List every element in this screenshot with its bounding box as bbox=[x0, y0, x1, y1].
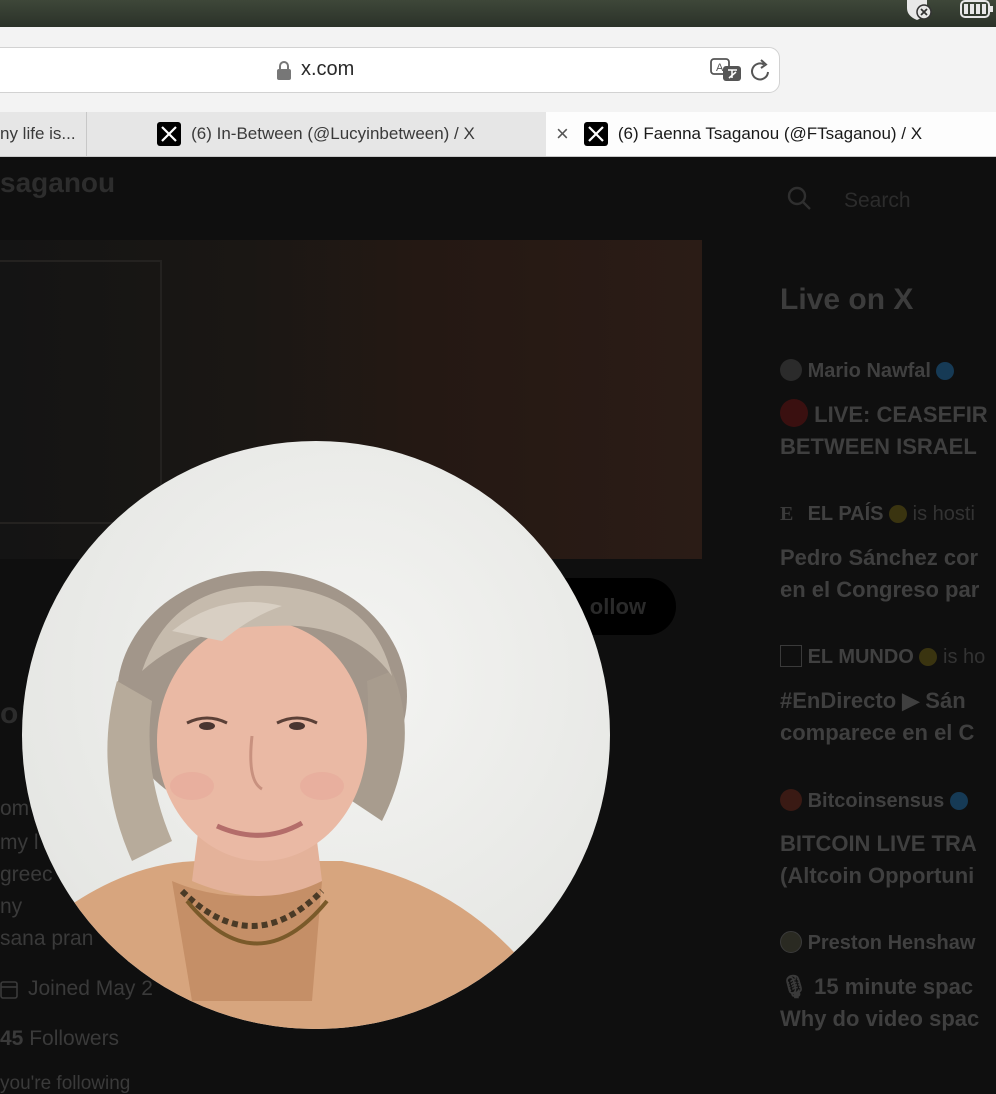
profile-name: o bbox=[0, 697, 19, 730]
bio-line: ny bbox=[0, 895, 23, 918]
followers-you-follow[interactable]: you're following bbox=[0, 1073, 130, 1094]
gold-badge-icon bbox=[889, 505, 908, 523]
bio-line: greec bbox=[0, 863, 53, 886]
tab-in-between[interactable]: (6) In-Between (@Lucyinbetween) / X bbox=[87, 112, 545, 156]
followers-count: 45 bbox=[0, 1027, 24, 1050]
verified-badge-icon bbox=[949, 792, 968, 810]
profile-header-name: saganou bbox=[0, 167, 116, 198]
tab-label: (6) Faenna Tsaganou (@FTsaganou) / X bbox=[617, 124, 923, 143]
profile-photo-enlarged[interactable] bbox=[22, 441, 610, 1029]
verified-badge-icon bbox=[936, 362, 955, 380]
headline-line: en el Congreso par bbox=[780, 577, 980, 602]
reload-icon[interactable] bbox=[750, 59, 772, 83]
portrait-illustration bbox=[62, 571, 542, 1029]
tab-label: ny life is... bbox=[0, 124, 76, 143]
search-icon bbox=[787, 186, 811, 210]
translate-icon[interactable]: A bbox=[710, 58, 742, 84]
gold-badge-icon bbox=[919, 648, 938, 666]
headline-line: BETWEEN ISRAEL bbox=[780, 434, 977, 459]
host-name: Mario Nawfal bbox=[807, 360, 931, 382]
live-on-x-heading: Live on X bbox=[780, 283, 914, 316]
host-name: EL MUNDO bbox=[807, 646, 914, 668]
headline-line: 15 minute spac bbox=[814, 974, 974, 999]
bio-line: sana pran bbox=[0, 927, 94, 950]
battery-icon[interactable] bbox=[960, 0, 994, 20]
close-tab-icon[interactable]: × bbox=[556, 121, 569, 147]
tab-label: (6) In-Between (@Lucyinbetween) / X bbox=[191, 124, 475, 143]
avatar bbox=[780, 931, 802, 953]
tab-life[interactable]: ny life is... bbox=[0, 112, 87, 156]
url-text[interactable]: x.com bbox=[301, 58, 354, 81]
right-sidebar: Search Live on X Mario Nawfal LIVE: CEAS… bbox=[780, 157, 996, 1094]
system-menubar bbox=[0, 0, 996, 27]
host-name: EL PAÍS bbox=[807, 503, 884, 525]
lock-icon bbox=[277, 61, 291, 80]
x-logo-icon bbox=[583, 122, 608, 146]
microphone-icon: 🎙 bbox=[780, 974, 808, 999]
calendar-icon bbox=[0, 981, 18, 999]
el-pais-logo-icon: E bbox=[780, 503, 794, 525]
headline-line: BITCOIN LIVE TRA bbox=[780, 831, 977, 856]
tab-bar: ny life is... (6) In-Between (@Lucyinbet… bbox=[0, 112, 996, 157]
red-circle-icon bbox=[780, 399, 808, 427]
search-box[interactable]: Search bbox=[780, 175, 996, 223]
vpn-status-icon[interactable] bbox=[905, 0, 935, 20]
bio-line: my l bbox=[0, 831, 39, 854]
svg-text:A: A bbox=[716, 62, 724, 74]
search-input[interactable]: Search bbox=[844, 189, 911, 213]
host-status: is hosti bbox=[912, 503, 975, 525]
el-mundo-logo-icon bbox=[780, 645, 802, 667]
headline-line: (Altcoin Opportuni bbox=[780, 863, 975, 888]
address-bar[interactable] bbox=[0, 47, 780, 93]
followers-stat[interactable]: 45 Followers bbox=[0, 1027, 119, 1051]
headline-line: Pedro Sánchez cor bbox=[780, 545, 979, 570]
joined-date: Joined May 2 bbox=[28, 977, 153, 1000]
host-name: Bitcoinsensus bbox=[807, 790, 945, 812]
avatar bbox=[780, 359, 802, 381]
followers-label: Followers bbox=[29, 1027, 120, 1050]
tab-faenna[interactable]: × (6) Faenna Tsaganou (@FTsaganou) / X bbox=[546, 112, 996, 156]
headline-line: LIVE: CEASEFIR bbox=[814, 402, 988, 427]
host-status: is ho bbox=[943, 646, 986, 668]
banner-door-shape bbox=[0, 260, 162, 524]
avatar bbox=[780, 789, 802, 811]
headline-line: Why do video spac bbox=[780, 1006, 980, 1031]
bio-line: om bbox=[0, 797, 30, 820]
headline-line: #EnDirecto ▶ Sán bbox=[780, 688, 966, 713]
host-name: Preston Henshaw bbox=[807, 932, 976, 954]
browser-toolbar: x.com A bbox=[0, 27, 996, 112]
headline-line: comparece en el C bbox=[780, 720, 975, 745]
x-logo-icon bbox=[157, 122, 182, 146]
